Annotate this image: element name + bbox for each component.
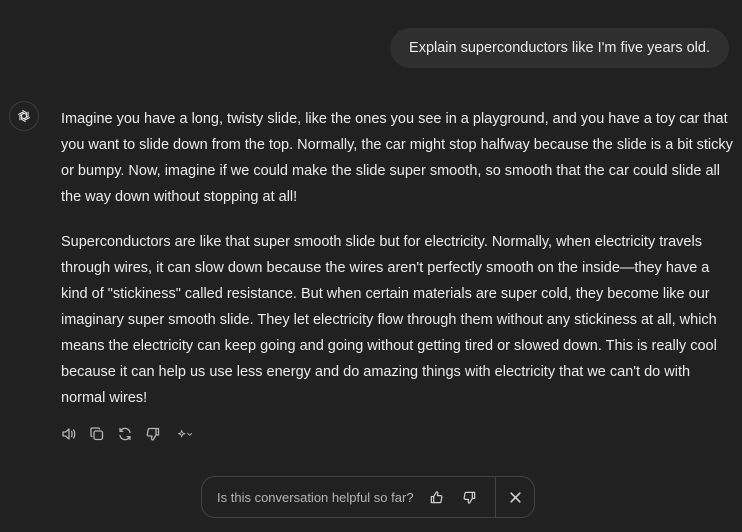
sparkle-model-icon: [177, 429, 193, 438]
thumbs-up-icon: [430, 490, 443, 503]
feedback-question: Is this conversation helpful so far?: [217, 489, 414, 505]
thumbs-down-icon: [463, 491, 476, 504]
read-aloud-button[interactable]: [58, 424, 80, 444]
feedback-main: Is this conversation helpful so far?: [202, 477, 496, 517]
assistant-paragraph: Imagine you have a long, twisty slide, l…: [61, 111, 733, 205]
feedback-thumbs-down-button[interactable]: [460, 487, 480, 507]
change-model-button[interactable]: [170, 424, 200, 444]
close-icon: [509, 491, 521, 503]
copy-icon: [90, 427, 104, 441]
feedback-prompt: Is this conversation helpful so far?: [201, 476, 535, 518]
chat-page: Explain superconductors like I'm five ye…: [0, 0, 742, 532]
copy-button[interactable]: [86, 424, 108, 444]
bad-response-button[interactable]: [142, 424, 164, 444]
message-action-bar: [58, 424, 200, 444]
regenerate-icon: [119, 427, 131, 441]
regenerate-button[interactable]: [114, 424, 136, 444]
thumbs-down-icon: [146, 427, 160, 441]
assistant-paragraph: Superconductors are like that super smoo…: [61, 234, 717, 406]
speaker-icon: [62, 428, 76, 440]
feedback-thumbs-up-button[interactable]: [427, 487, 447, 507]
assistant-avatar: [9, 101, 39, 131]
feedback-close-button[interactable]: [496, 477, 534, 517]
user-message-bubble: Explain superconductors like I'm five ye…: [390, 28, 729, 68]
openai-logo-icon: [18, 109, 30, 123]
user-message-text: Explain superconductors like I'm five ye…: [409, 40, 710, 56]
assistant-message: Imagine you have a long, twisty slide, l…: [61, 106, 733, 430]
